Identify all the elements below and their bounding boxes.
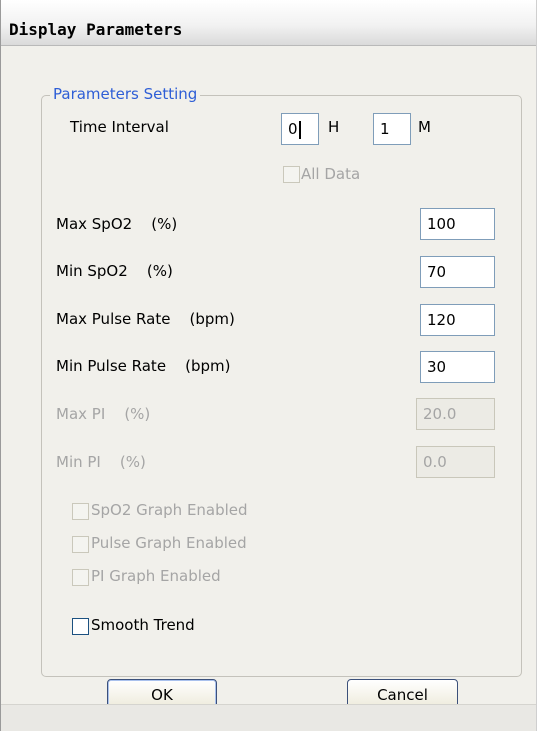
spo2-graph-enabled-label: SpO2 Graph Enabled [91, 501, 248, 519]
max-pi-label: Max PI (%) [56, 405, 151, 423]
min-pulse-rate-value: 30 [427, 358, 447, 376]
max-pulse-rate-input[interactable]: 120 [420, 304, 495, 336]
max-pi-input[interactable]: 20.0 [416, 398, 495, 430]
min-pi-label: Min PI (%) [56, 453, 146, 471]
hours-input[interactable]: 0 [281, 113, 319, 145]
pulse-graph-enabled-label: Pulse Graph Enabled [91, 534, 247, 552]
dialog-bottom-strip [1, 704, 536, 731]
group-title: Parameters Setting [50, 85, 201, 103]
min-spo2-label: Min SpO2 (%) [56, 262, 173, 280]
min-pulse-rate-input[interactable]: 30 [420, 351, 495, 383]
minutes-unit-label: M [418, 118, 431, 136]
all-data-checkbox[interactable] [283, 166, 300, 183]
title-bar[interactable]: Display Parameters [1, 0, 536, 46]
min-pi-value: 0.0 [423, 453, 447, 471]
smooth-trend-label: Smooth Trend [91, 616, 195, 634]
text-caret [298, 120, 301, 139]
display-parameters-dialog: Display Parameters Parameters Setting Ti… [0, 0, 537, 731]
min-spo2-input[interactable]: 70 [420, 256, 495, 288]
min-spo2-value: 70 [427, 263, 447, 281]
spo2-graph-enabled-checkbox[interactable] [72, 503, 89, 520]
time-interval-label: Time Interval [70, 118, 169, 136]
max-spo2-label: Max SpO2 (%) [56, 215, 178, 233]
max-pulse-rate-value: 120 [427, 311, 456, 329]
max-pulse-rate-label: Max Pulse Rate (bpm) [56, 310, 235, 328]
pi-graph-enabled-label: PI Graph Enabled [91, 567, 221, 585]
pi-graph-enabled-checkbox[interactable] [72, 569, 89, 586]
minutes-value: 1 [380, 120, 390, 138]
min-pi-input[interactable]: 0.0 [416, 446, 495, 478]
min-pulse-rate-label: Min Pulse Rate (bpm) [56, 357, 231, 375]
dialog-title: Display Parameters [9, 20, 183, 39]
max-pi-value: 20.0 [423, 405, 457, 423]
all-data-label: All Data [301, 165, 361, 183]
pulse-graph-enabled-checkbox[interactable] [72, 536, 89, 553]
hours-unit-label: H [328, 118, 340, 136]
parameters-setting-group [41, 95, 522, 677]
hours-value: 0 [288, 120, 298, 138]
smooth-trend-checkbox[interactable] [72, 618, 89, 635]
max-spo2-value: 100 [427, 215, 456, 233]
minutes-input[interactable]: 1 [373, 113, 411, 145]
max-spo2-input[interactable]: 100 [420, 208, 495, 240]
